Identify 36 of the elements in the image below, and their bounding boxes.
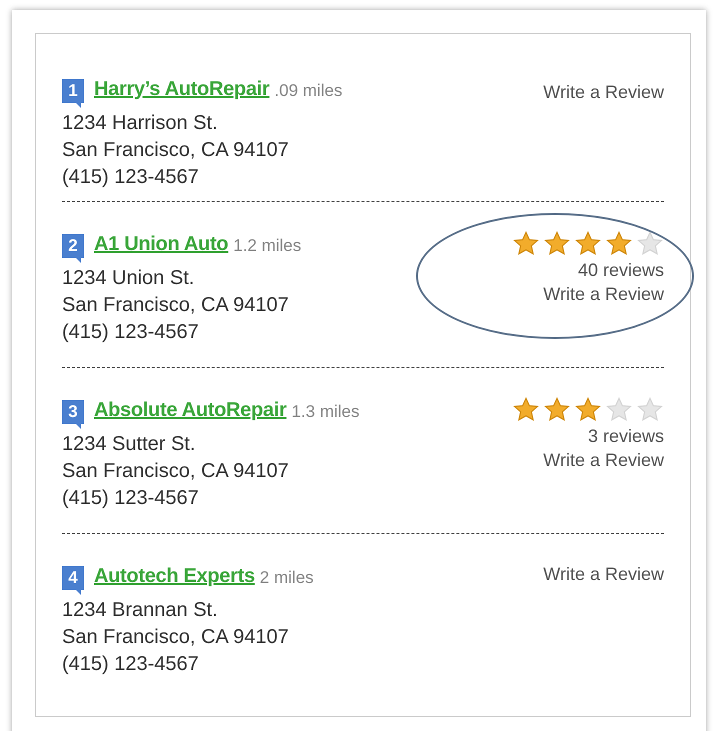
number-marker: 4 [62, 566, 84, 595]
number-marker: 2 [62, 234, 84, 263]
street-address: 1234 Union St. [62, 266, 196, 291]
empty-star-icon [605, 396, 633, 424]
filled-star-icon [574, 230, 602, 258]
phone-number: (415) 123-4567 [62, 320, 200, 345]
city-line: San Francisco, CA 94107 [62, 138, 290, 163]
number-marker: 3 [62, 400, 84, 429]
filled-star-icon [543, 396, 571, 424]
write-review-link[interactable]: Write a Review [543, 282, 664, 306]
distance-text: 1.3 miles [291, 400, 360, 422]
street-address: 1234 Brannan St. [62, 598, 219, 623]
write-review-link[interactable]: Write a Review [543, 562, 664, 586]
street-address: 1234 Sutter St. [62, 432, 196, 457]
review-count: 40 reviews [578, 259, 664, 282]
city-line: San Francisco, CA 94107 [62, 459, 290, 484]
phone-number: (415) 123-4567 [62, 652, 200, 677]
filled-star-icon [512, 396, 540, 424]
filled-star-icon [605, 230, 633, 258]
filled-star-icon [543, 230, 571, 258]
street-address: 1234 Harrison St. [62, 111, 219, 136]
filled-star-icon [574, 396, 602, 424]
write-review-link[interactable]: Write a Review [543, 448, 664, 472]
city-line: San Francisco, CA 94107 [62, 293, 290, 318]
phone-number: (415) 123-4567 [62, 165, 200, 190]
city-line: San Francisco, CA 94107 [62, 625, 290, 650]
filled-star-icon [512, 230, 540, 258]
write-review-link[interactable]: Write a Review [543, 80, 664, 104]
empty-star-icon [636, 230, 664, 258]
number-marker: 1 [62, 79, 84, 108]
distance-text: 2 miles [260, 566, 314, 588]
distance-text: 1.2 miles [233, 234, 302, 256]
review-count: 3 reviews [588, 425, 664, 448]
distance-text: .09 miles [274, 80, 342, 102]
empty-star-icon [636, 396, 664, 424]
phone-number: (415) 123-4567 [62, 486, 200, 511]
